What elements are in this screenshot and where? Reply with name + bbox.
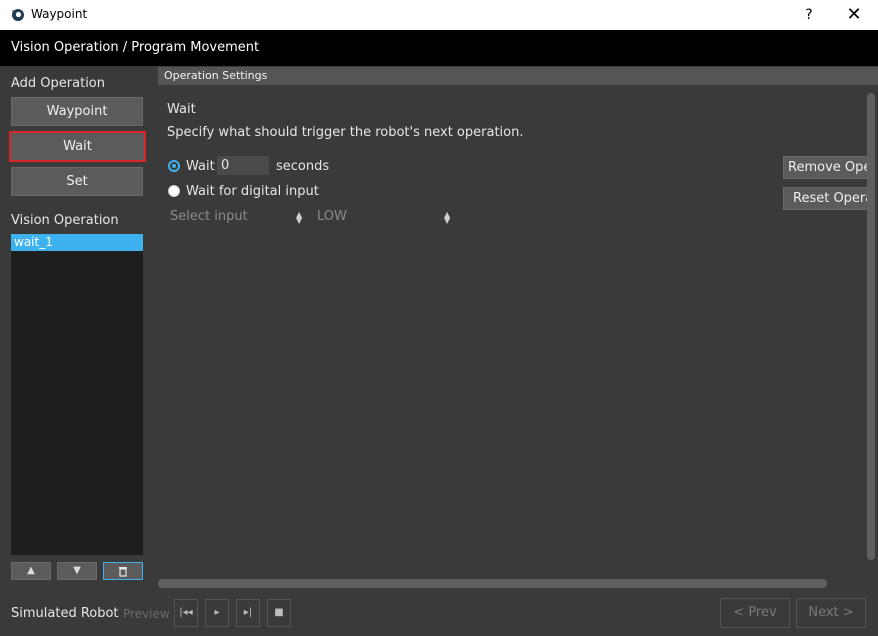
trash-icon [119,567,127,577]
digital-input-radio[interactable] [168,185,180,197]
step-forward-icon[interactable]: ▸| [236,599,260,627]
window-title: Waypoint [31,7,88,21]
select-input-value: Select input [170,209,248,224]
add-waypoint-button[interactable]: Waypoint [11,97,143,126]
settings-heading: Wait [167,102,196,117]
horizontal-scrollbar[interactable] [158,579,827,588]
wait-seconds-input[interactable] [217,156,269,175]
settings-panel-title: Operation Settings [164,69,268,82]
simulated-robot-label: Simulated Robot [11,606,119,621]
add-operation-label: Add Operation [11,76,105,91]
level-dropdown[interactable]: LOW ▲ ▼ [315,206,453,226]
list-item[interactable]: wait_1 [11,234,143,251]
stop-icon[interactable]: ■ [267,599,291,627]
reset-operation-button[interactable]: Reset Operation [783,187,868,210]
close-icon[interactable]: ✕ [836,0,872,30]
title-bar: Waypoint ? ✕ [0,0,878,30]
vision-operation-label: Vision Operation [11,213,119,228]
move-down-button[interactable]: ▼ [57,562,97,580]
skip-to-start-icon[interactable]: |◂◂ [174,599,198,627]
app-logo-icon [12,9,24,21]
updown-arrow-icon: ▼ [444,216,451,225]
preview-label: Preview [123,607,170,621]
select-input-dropdown[interactable]: Select input ▲ ▼ [168,206,306,226]
page-header: Vision Operation / Program Movement [0,30,878,66]
wait-option-label: Wait [186,159,215,174]
breadcrumb: Vision Operation / Program Movement [11,40,260,55]
next-button[interactable]: Next > [796,598,866,628]
move-up-button[interactable]: ▲ [11,562,51,580]
play-icon[interactable]: ▸ [205,599,229,627]
digital-option-label: Wait for digital input [186,184,319,199]
settings-description: Specify what should trigger the robot's … [167,125,524,140]
remove-operation-button[interactable]: Remove Operation [783,156,868,179]
operation-list[interactable]: wait_1 [11,234,143,555]
vertical-scrollbar[interactable] [867,93,875,560]
level-value: LOW [317,209,347,224]
add-wait-button[interactable]: Wait [9,131,146,162]
updown-arrow-icon: ▼ [296,216,303,225]
wait-seconds-radio[interactable] [168,160,180,172]
help-button[interactable]: ? [793,0,825,30]
delete-operation-button[interactable] [103,562,143,580]
add-set-button[interactable]: Set [11,167,143,196]
seconds-label: seconds [276,159,330,174]
prev-button[interactable]: < Prev [720,598,790,628]
